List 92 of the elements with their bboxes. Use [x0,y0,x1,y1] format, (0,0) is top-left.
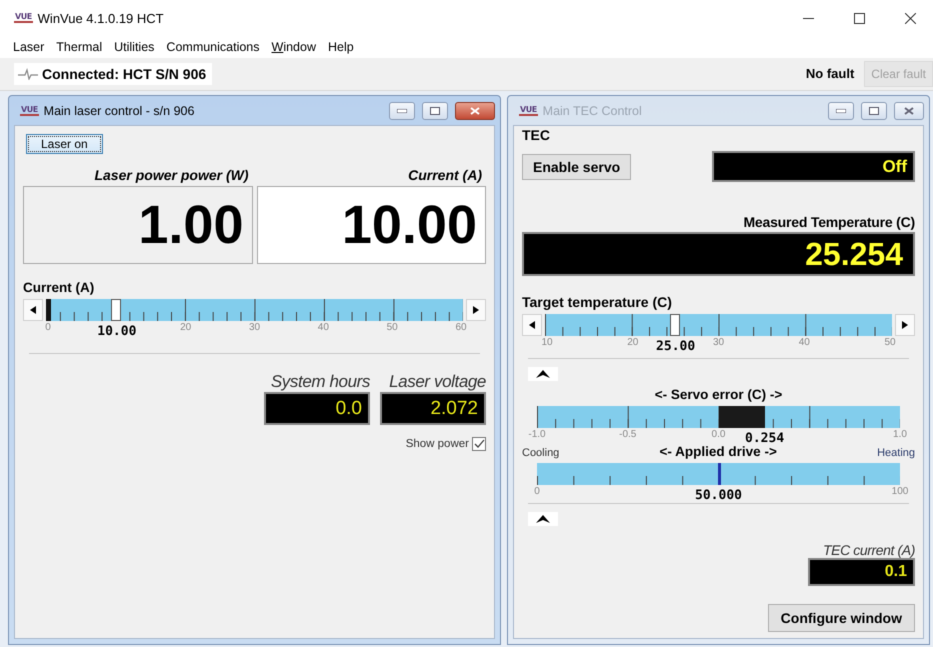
slider-label: Target temperature (C) [522,294,673,310]
bar-label: <- Servo error (C) -> [654,387,784,402]
value-display: 1.00 [23,186,252,264]
current-marker [46,299,51,321]
window-title: Main TEC Control [542,104,643,118]
scale-label: 30 [248,322,260,333]
group-label: TEC [522,127,551,143]
temperature-display: 25.254 [522,232,915,276]
close-icon [470,106,480,114]
triangle-icon [536,515,550,523]
scale-label: 40 [798,337,810,348]
scale-label: 0 [534,486,540,497]
checkbox-label: Show power [406,438,469,450]
restore-button[interactable] [422,102,448,120]
collapse-button[interactable] [528,367,558,381]
menu-item[interactable]: Utilities [108,40,160,54]
configure-window-button[interactable]: Configure window [768,604,915,632]
triangle-icon [536,370,550,378]
slider-thumb[interactable] [110,299,120,321]
window-logo: VUE [519,106,538,116]
end-label: Heating [877,447,915,459]
scale-label: 50 [884,337,896,348]
left-arrow-icon [30,306,36,314]
display-label: Current (A) [407,167,483,183]
slider-reading: 0.254 [745,431,784,446]
bar-label: <- Applied drive -> [658,444,778,459]
minimize-button[interactable] [828,102,854,120]
readout-label: TEC current (A) [822,542,915,558]
scale-label: 0.0 [712,429,726,440]
scale-label: 1.0 [893,429,907,440]
scroll-right-button[interactable] [895,314,915,336]
slider-track[interactable] [545,314,892,336]
minimize-icon [397,108,407,112]
slider-thumb[interactable] [670,314,680,336]
menu-item[interactable]: Help [322,40,360,54]
scroll-left-button[interactable] [23,299,43,321]
readout-display: 0.1 [808,558,915,586]
restore-icon [869,106,879,114]
maximize-icon [854,12,864,24]
scale-label: 10 [541,337,553,348]
app-logo: VUE [14,13,33,23]
display-label: Laser power power (W) [93,167,250,183]
readout-label: Laser voltage [389,372,486,392]
pulse-icon [18,68,38,80]
close-icon [904,12,916,24]
scale-label: 40 [318,322,329,333]
window-logo: VUE [20,106,39,116]
menu-item[interactable]: Thermal [50,40,108,54]
menu-item[interactable]: Communications [160,40,266,54]
fault-status: No fault [806,66,854,82]
checkbox[interactable] [472,437,486,451]
laser-on-button[interactable]: Laser on [26,134,103,154]
readout-label: System hours [270,372,370,392]
scale-label: 20 [627,337,638,348]
servo-state-display: Off [712,151,915,182]
minimize-button[interactable] [389,102,415,120]
enable-servo-button[interactable]: Enable servo [522,154,632,180]
display-label: Measured Temperature (C) [742,214,915,230]
slider-reading: 25.00 [656,339,696,354]
value-field[interactable]: 10.00 [256,186,486,264]
readout-display: 0.0 [264,392,370,425]
right-arrow-icon [902,321,908,329]
readout-display: 2.072 [380,392,486,425]
slider-track[interactable] [46,299,463,321]
scroll-right-button[interactable] [466,299,486,321]
menu-item[interactable]: Window [266,40,322,54]
end-label: Cooling [522,447,560,459]
slider-reading: 50.000 [695,488,742,503]
menu-item[interactable]: Laser [7,40,50,54]
connection-text: Connected: HCT S/N 906 [42,66,206,82]
scale-label: -0.5 [619,429,636,440]
left-arrow-icon [529,321,535,329]
scale-label: 20 [180,322,192,333]
scale-label: 0 [45,322,51,333]
close-icon [904,106,914,114]
slider-label: Current (A) [23,280,96,295]
restore-button[interactable] [861,102,887,120]
collapse-button[interactable] [528,512,558,526]
scale-label: 50 [386,322,398,333]
scale-label: 60 [455,322,467,333]
close-button[interactable] [455,102,495,120]
restore-icon [430,106,440,114]
right-arrow-icon [473,306,479,314]
window-title: Main laser control - s/n 906 [44,104,196,118]
window-title: WinVue 4.1.0.19 HCT [38,10,165,26]
scale-label: 100 [892,486,908,497]
scale-label: -1.0 [528,429,546,440]
scroll-left-button[interactable] [522,314,542,336]
slider-reading: 10.00 [97,324,136,339]
close-button[interactable] [894,102,924,120]
scale-label: 30 [712,337,724,348]
minimize-icon [836,108,846,112]
